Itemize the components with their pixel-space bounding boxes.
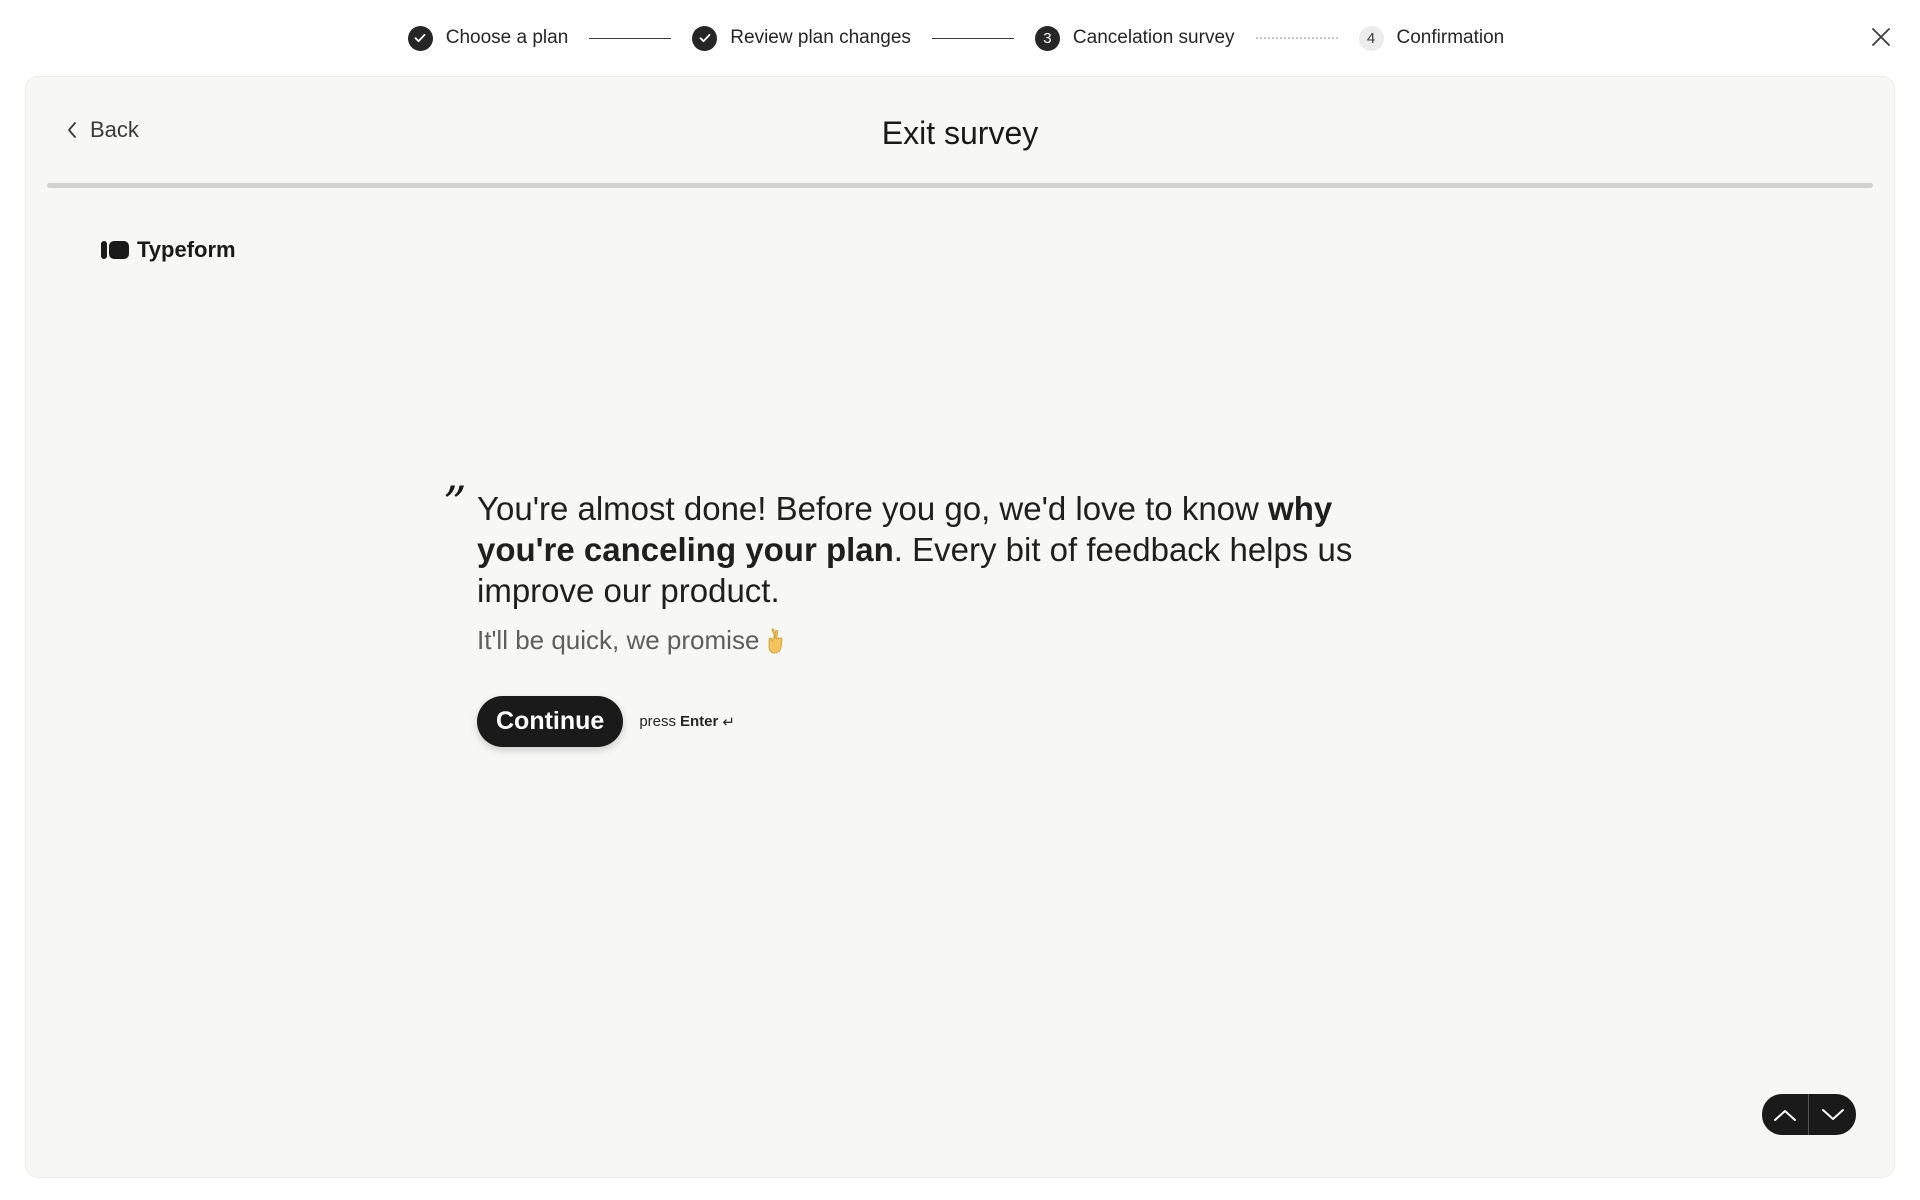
survey-question: ” You're almost done! Before you go, we'… bbox=[443, 476, 1407, 747]
previous-question-button[interactable] bbox=[1762, 1094, 1809, 1135]
page-title: Exit survey bbox=[881, 115, 1039, 151]
step-number-badge: 3 bbox=[1034, 25, 1060, 51]
question-navigation bbox=[1762, 1094, 1856, 1135]
step-label: Cancelation survey bbox=[1072, 27, 1235, 48]
card-header: Back Exit survey bbox=[26, 77, 1894, 188]
step-connector bbox=[1255, 37, 1338, 39]
close-icon bbox=[1872, 28, 1890, 46]
step-confirmation: 4 Confirmation bbox=[1358, 25, 1505, 51]
step-label: Choose a plan bbox=[445, 27, 569, 48]
step-cancelation-survey: 3 Cancelation survey bbox=[1034, 25, 1235, 51]
survey-card: Back Exit survey Typeform ” You're almos… bbox=[26, 77, 1894, 1177]
press-enter-hint: press Enter ↵ bbox=[639, 713, 735, 731]
question-subtext: It'll be quick, we promise bbox=[477, 625, 1407, 656]
chevron-down-icon bbox=[1821, 1108, 1844, 1120]
check-icon bbox=[407, 25, 433, 51]
typeform-logo: Typeform bbox=[101, 237, 236, 263]
step-label: Review plan changes bbox=[730, 27, 911, 48]
brand-name: Typeform bbox=[137, 237, 236, 262]
subtext-label: It'll be quick, we promise bbox=[477, 625, 760, 655]
checkout-stepper: Choose a plan Review plan changes 3 Canc… bbox=[0, 0, 1920, 76]
step-number-badge: 4 bbox=[1358, 25, 1384, 51]
embedded-survey-form: Typeform ” You're almost done! Before yo… bbox=[47, 188, 1873, 1149]
continue-button[interactable]: Continue bbox=[477, 696, 624, 747]
typeform-logo-icon bbox=[101, 241, 129, 259]
quote-mark-icon: ” bbox=[443, 476, 467, 530]
press-label: press bbox=[639, 713, 677, 730]
step-review-plan-changes: Review plan changes bbox=[692, 25, 911, 51]
enter-label: Enter bbox=[680, 713, 719, 730]
enter-key-icon: ↵ bbox=[722, 713, 735, 731]
question-text-part1: You're almost done! Before you go, we'd … bbox=[477, 490, 1269, 527]
stepper-steps: Choose a plan Review plan changes 3 Canc… bbox=[407, 25, 1505, 51]
next-question-button[interactable] bbox=[1809, 1094, 1856, 1135]
question-text: You're almost done! Before you go, we'd … bbox=[477, 488, 1407, 611]
question-actions: Continue press Enter ↵ bbox=[477, 696, 1407, 747]
crossed-fingers-icon bbox=[769, 627, 783, 653]
chevron-up-icon bbox=[1774, 1109, 1796, 1121]
close-button[interactable] bbox=[1868, 24, 1894, 50]
step-connector bbox=[931, 37, 1014, 39]
check-icon bbox=[692, 25, 718, 51]
step-label: Confirmation bbox=[1396, 27, 1505, 48]
step-connector bbox=[589, 37, 672, 39]
step-choose-plan: Choose a plan bbox=[407, 25, 569, 51]
